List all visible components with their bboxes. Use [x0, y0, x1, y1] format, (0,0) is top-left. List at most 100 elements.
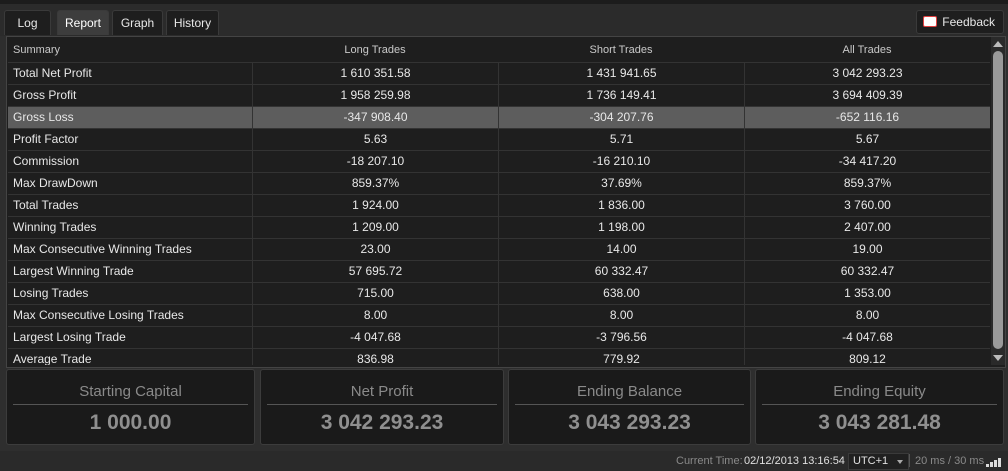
row-label: Max Consecutive Losing Trades	[13, 308, 184, 322]
cell-long-trades: 836.98	[252, 349, 498, 365]
feedback-button[interactable]: Feedback	[916, 10, 1004, 34]
cell-short-trades: 60 332.47	[498, 261, 744, 282]
row-label: Winning Trades	[13, 220, 97, 234]
cell-all-trades: -34 417.20	[744, 151, 990, 172]
table-body: Total Net Profit 1 610 351.58 1 431 941.65…	[8, 62, 990, 365]
cell-all-trades: 5.67	[744, 129, 990, 150]
card-label: Net Profit	[350, 383, 414, 400]
signal-strength-icon	[986, 455, 1004, 467]
cell-long-trades: 23.00	[252, 239, 498, 260]
row-label: Total Net Profit	[13, 66, 92, 80]
table-row[interactable]: Gross Profit 1 958 259.98 1 736 149.41 3 69…	[8, 84, 990, 106]
row-label: Losing Trades	[13, 286, 89, 300]
tab-log[interactable]: Log	[4, 10, 51, 35]
cell-long-trades: -18 207.10	[252, 151, 498, 172]
cell-long-trades: 1 924.00	[252, 195, 498, 216]
card-label: Starting Capital	[79, 383, 182, 400]
cell-long-trades: 57 695.72	[252, 261, 498, 282]
cell-all-trades: 2 407.00	[744, 217, 990, 238]
timezone-value: UTC+1	[853, 455, 889, 467]
table-row[interactable]: Largest Losing Trade -4 047.68 -3 796.56 -4…	[8, 326, 990, 348]
table-header: Summary Long Trades Short Trades All Tra…	[8, 38, 990, 62]
cell-long-trades: 1 209.00	[252, 217, 498, 238]
current-time-value: 02/12/2013 13:16:54	[744, 455, 845, 467]
cell-short-trades: 1 836.00	[498, 195, 744, 216]
header-all-trades[interactable]: All Trades	[744, 38, 990, 62]
cell-short-trades: -304 207.76	[498, 107, 744, 128]
status-bar: Current Time: 02/12/2013 13:16:54 UTC+1 …	[0, 451, 1008, 471]
table-row[interactable]: Max DrawDown 859.37% 37.69% 859.37%	[8, 172, 990, 194]
cell-short-trades: 779.92	[498, 349, 744, 365]
card-ending-balance: Ending Balance 3 043 293.23	[508, 369, 751, 445]
cell-all-trades: 859.37%	[744, 173, 990, 194]
table-row[interactable]: Winning Trades 1 209.00 1 198.00 2 407.00	[8, 216, 990, 238]
card-value: 1 000.00	[89, 411, 172, 434]
summary-table: Summary Long Trades Short Trades All Tra…	[8, 38, 990, 365]
cell-all-trades: -4 047.68	[744, 327, 990, 348]
table-row[interactable]: Losing Trades 715.00 638.00 1 353.00	[8, 282, 990, 304]
row-label: Gross Profit	[13, 88, 77, 102]
cell-short-trades: -3 796.56	[498, 327, 744, 348]
row-label: Largest Losing Trade	[13, 330, 126, 344]
cell-short-trades: 8.00	[498, 305, 744, 326]
chevron-down-icon	[897, 460, 904, 464]
table-row[interactable]: Total Trades 1 924.00 1 836.00 3 760.00	[8, 194, 990, 216]
row-label: Total Trades	[13, 198, 79, 212]
cell-long-trades: -347 908.40	[252, 107, 498, 128]
cell-all-trades: 19.00	[744, 239, 990, 260]
tab-report[interactable]: Report	[57, 10, 109, 35]
cell-short-trades: 638.00	[498, 283, 744, 304]
current-time-label: Current Time:	[676, 455, 743, 467]
timezone-select[interactable]: UTC+1	[848, 453, 910, 470]
card-divider	[267, 404, 497, 405]
cell-all-trades: 3 694 409.39	[744, 85, 990, 106]
cell-long-trades: 1 958 259.98	[252, 85, 498, 106]
cell-all-trades: -652 116.16	[744, 107, 990, 128]
card-value: 3 042 293.23	[320, 411, 444, 434]
row-label: Average Trade	[13, 352, 92, 365]
cell-short-trades: 37.69%	[498, 173, 744, 194]
header-short-trades[interactable]: Short Trades	[498, 38, 744, 62]
table-row[interactable]: Average Trade 836.98 779.92 809.12	[8, 348, 990, 365]
latency-readout: 20 ms / 30 ms	[915, 455, 985, 467]
feedback-icon	[923, 16, 938, 27]
cell-short-trades: 1 736 149.41	[498, 85, 744, 106]
card-net-profit: Net Profit 3 042 293.23	[260, 369, 504, 445]
scroll-up-icon[interactable]	[993, 41, 1003, 47]
scroll-down-icon[interactable]	[993, 355, 1003, 361]
cell-all-trades: 3 760.00	[744, 195, 990, 216]
table-row[interactable]: Max Consecutive Winning Trades 23.00 14.00…	[8, 238, 990, 260]
report-panel: Summary Long Trades Short Trades All Tra…	[6, 36, 1006, 368]
cell-short-trades: -16 210.10	[498, 151, 744, 172]
cell-short-trades: 5.71	[498, 129, 744, 150]
card-divider	[515, 404, 744, 405]
card-label: Ending Balance	[576, 383, 683, 400]
table-row[interactable]: Max Consecutive Losing Trades 8.00 8.00 8.0…	[8, 304, 990, 326]
cell-short-trades: 1 198.00	[498, 217, 744, 238]
table-row[interactable]: Total Net Profit 1 610 351.58 1 431 941.65…	[8, 62, 990, 84]
card-value: 3 043 281.48	[818, 411, 941, 434]
card-divider	[13, 404, 248, 405]
cell-all-trades: 8.00	[744, 305, 990, 326]
header-summary[interactable]: Summary	[8, 44, 252, 56]
vertical-scrollbar[interactable]	[991, 37, 1005, 365]
tab-graph[interactable]: Graph	[112, 10, 163, 35]
card-value: 3 043 293.23	[568, 411, 691, 434]
cell-all-trades: 1 353.00	[744, 283, 990, 304]
cell-short-trades: 14.00	[498, 239, 744, 260]
header-long-trades[interactable]: Long Trades	[252, 38, 498, 62]
table-row[interactable]: Gross Loss -347 908.40 -304 207.76 -652 116…	[8, 106, 990, 128]
table-row[interactable]: Commission -18 207.10 -16 210.10 -34 417.20	[8, 150, 990, 172]
row-label: Max Consecutive Winning Trades	[13, 242, 192, 256]
cell-all-trades: 3 042 293.23	[744, 63, 990, 84]
scroll-thumb[interactable]	[993, 51, 1003, 349]
summary-cards: Starting Capital 1 000.00 Net Profit 3 0…	[6, 369, 1004, 445]
row-label: Commission	[13, 154, 80, 168]
tab-bar: Log Report Graph History Feedback	[0, 4, 1008, 36]
table-row[interactable]: Profit Factor 5.63 5.71 5.67	[8, 128, 990, 150]
card-divider	[762, 404, 997, 405]
cell-long-trades: 5.63	[252, 129, 498, 150]
tab-history[interactable]: History	[166, 10, 219, 35]
table-row[interactable]: Largest Winning Trade 57 695.72 60 332.47 6…	[8, 260, 990, 282]
cell-long-trades: 1 610 351.58	[252, 63, 498, 84]
